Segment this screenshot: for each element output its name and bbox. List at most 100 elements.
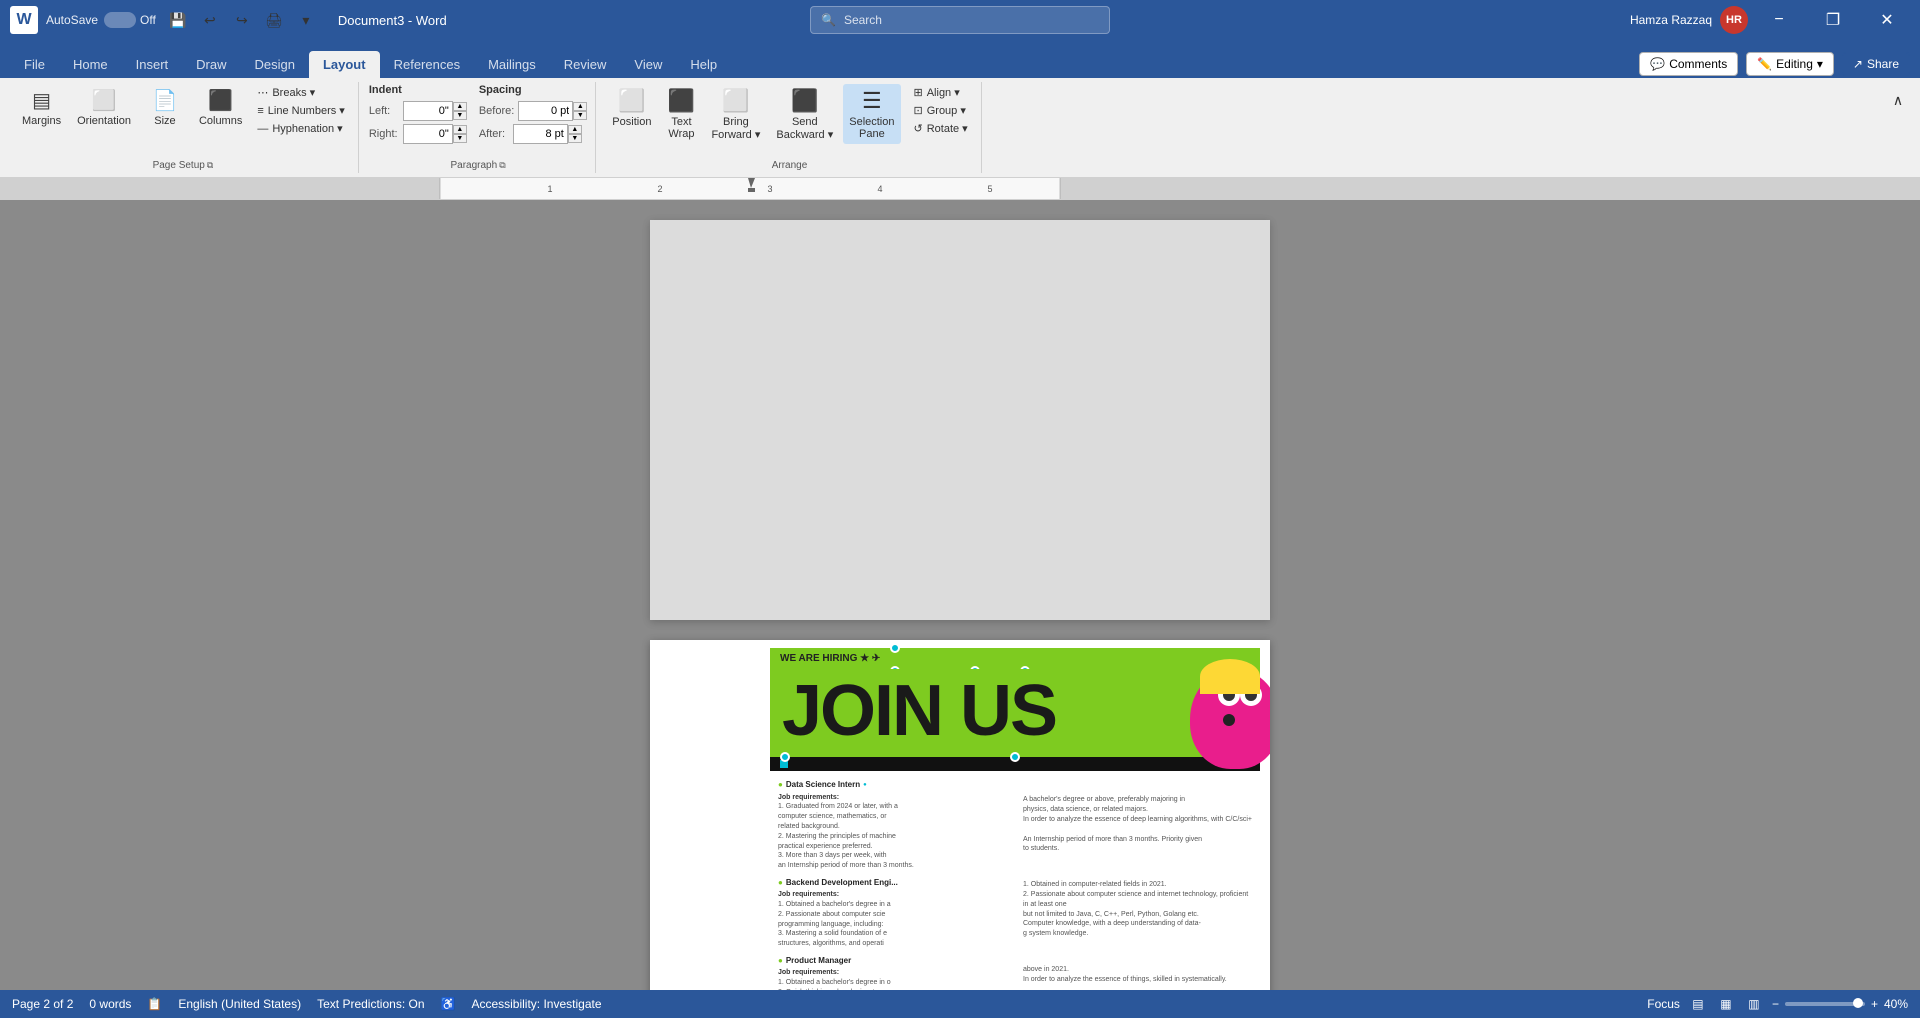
comments-button[interactable]: 💬 Comments [1639,52,1738,76]
indent-right-input[interactable] [403,124,453,144]
autosave-toggle[interactable]: Off [104,12,156,28]
spacing-before-down[interactable]: ▼ [573,111,587,120]
toggle-switch[interactable] [104,12,136,28]
spacing-before-input[interactable] [518,101,573,121]
page-setup-buttons: ▤ Margins ⬜ Orientation 📄 Size ⬛ Columns… [16,84,350,158]
margins-button[interactable]: ▤ Margins [16,84,67,131]
tab-home[interactable]: Home [59,51,122,78]
undo-button[interactable]: ↩ [196,6,224,34]
document-scroll[interactable]: WE ARE HIRING ★ ✈ JOIN US [0,200,1920,990]
spacing-after-down[interactable]: ▼ [568,134,582,143]
indent-right-up[interactable]: ▲ [453,125,467,134]
zoom-level: 40% [1884,997,1908,1011]
indent-left-input[interactable] [403,101,453,121]
share-button[interactable]: ↗ Share [1842,52,1910,76]
spacing-after-up[interactable]: ▲ [568,125,582,134]
save-button[interactable]: 💾 [164,6,192,34]
tab-help[interactable]: Help [676,51,731,78]
zoom-in-btn[interactable]: + [1871,997,1878,1011]
selection-pane-label: Selection Pane [849,116,894,140]
paragraph-expand-icon[interactable]: ⧉ [499,160,505,171]
breaks-button[interactable]: ⋯ Breaks ▾ [252,84,349,101]
page-2: WE ARE HIRING ★ ✈ JOIN US [650,640,1270,990]
spacing-after-spinner[interactable]: ▲ ▼ [513,124,582,144]
redo-button[interactable]: ↪ [228,6,256,34]
view-web-btn[interactable]: ▦ [1716,994,1736,1014]
orientation-icon: ⬜ [92,88,117,113]
tab-review[interactable]: Review [550,51,621,78]
size-button[interactable]: 📄 Size [141,84,189,131]
rotate-button[interactable]: ↺ Rotate ▾ [909,120,973,137]
tab-references[interactable]: References [380,51,474,78]
zoom-slider[interactable] [1785,1002,1865,1006]
group-button[interactable]: ⊡ Group ▾ [909,102,973,119]
zoom-control[interactable]: − + 40% [1772,997,1908,1011]
file-name: Document3 - Word [338,13,447,28]
print-button[interactable]: 🖨 [260,6,288,34]
columns-icon: ⬛ [208,88,233,113]
indent-group: Indent Left: ▲ ▼ Right: [369,84,467,144]
indent-right-spinner[interactable]: ▲ ▼ [403,124,467,144]
spacing-before-up[interactable]: ▲ [573,102,587,111]
paragraph-content: Indent Left: ▲ ▼ Right: [369,84,587,158]
spacing-before-row: Before: ▲ ▼ [479,101,587,121]
view-print-btn[interactable]: ▤ [1688,994,1708,1014]
bring-forward-button[interactable]: ⬜ Bring Forward ▾ [705,84,766,145]
page-setup-expand-icon[interactable]: ⧉ [207,160,213,171]
tab-view[interactable]: View [620,51,676,78]
tab-mailings[interactable]: Mailings [474,51,550,78]
spacing-before-spinner[interactable]: ▲ ▼ [518,101,587,121]
accessibility-label[interactable]: Accessibility: Investigate [471,997,601,1011]
autosave-area: AutoSave Off [46,12,156,28]
search-box[interactable]: 🔍 Search [810,6,1110,34]
zoom-out-btn[interactable]: − [1772,997,1779,1011]
collapse-ribbon-button[interactable]: ∧ [1884,86,1912,114]
word-count: 0 words [89,997,131,1011]
orientation-button[interactable]: ⬜ Orientation [71,84,137,131]
restore-button[interactable]: ❐ [1810,0,1856,40]
align-button[interactable]: ⊞ Align ▾ [909,84,973,101]
status-right: Focus ▤ ▦ ▥ − + 40% [1647,994,1908,1014]
join-us-text-area: JOIN US [782,677,1056,745]
tab-insert[interactable]: Insert [122,51,183,78]
indent-left-up[interactable]: ▲ [453,102,467,111]
text-wrap-button[interactable]: ⬛ Text Wrap [661,84,701,144]
tab-draw[interactable]: Draw [182,51,240,78]
margins-label: Margins [22,115,61,127]
selection-pane-button[interactable]: ☰ Selection Pane [843,84,900,144]
columns-label: Columns [199,115,242,127]
columns-button[interactable]: ⬛ Columns [193,84,248,131]
ribbon: ▤ Margins ⬜ Orientation 📄 Size ⬛ Columns… [0,78,1920,178]
position-button[interactable]: ⬜ Position [606,84,657,132]
focus-label[interactable]: Focus [1647,997,1680,1011]
view-read-btn[interactable]: ▥ [1744,994,1764,1014]
hyphenation-button[interactable]: — Hyphenation ▾ [252,120,349,137]
selection-pane-icon: ☰ [862,88,882,114]
page-setup-small-buttons: ⋯ Breaks ▾ ≡ Line Numbers ▾ — Hyphenatio… [252,84,349,137]
line-numbers-button[interactable]: ≡ Line Numbers ▾ [252,102,349,119]
editing-icon: ✏️ [1757,57,1772,71]
tab-layout[interactable]: Layout [309,51,380,78]
send-backward-button[interactable]: ⬛ Send Backward ▾ [770,84,839,145]
tab-file[interactable]: File [10,51,59,78]
indent-left-spinner[interactable]: ▲ ▼ [403,101,467,121]
spacing-after-label: After: [479,128,509,140]
qat-more-button[interactable]: ▾ [292,6,320,34]
spacing-group: Spacing Before: ▲ ▼ After: [479,84,587,144]
editing-button[interactable]: ✏️ Editing ▾ [1746,52,1834,76]
user-name: Hamza Razzaq [1630,13,1712,27]
minimize-button[interactable]: − [1756,0,1802,40]
spacing-after-row: After: ▲ ▼ [479,124,587,144]
indent-left-down[interactable]: ▼ [453,111,467,120]
indent-spacing-area: Indent Left: ▲ ▼ Right: [369,84,587,144]
search-icon: 🔍 [821,13,836,27]
tab-design[interactable]: Design [241,51,309,78]
page-container: WE ARE HIRING ★ ✈ JOIN US [650,220,1270,970]
zoom-thumb [1853,998,1863,1008]
proofing-icon[interactable]: 📋 [147,997,162,1011]
close-button[interactable]: ✕ [1864,0,1910,40]
indent-right-down[interactable]: ▼ [453,134,467,143]
page-setup-group-label: Page Setup ⧉ [153,160,214,171]
spacing-after-input[interactable] [513,124,568,144]
position-icon: ⬜ [618,88,645,114]
